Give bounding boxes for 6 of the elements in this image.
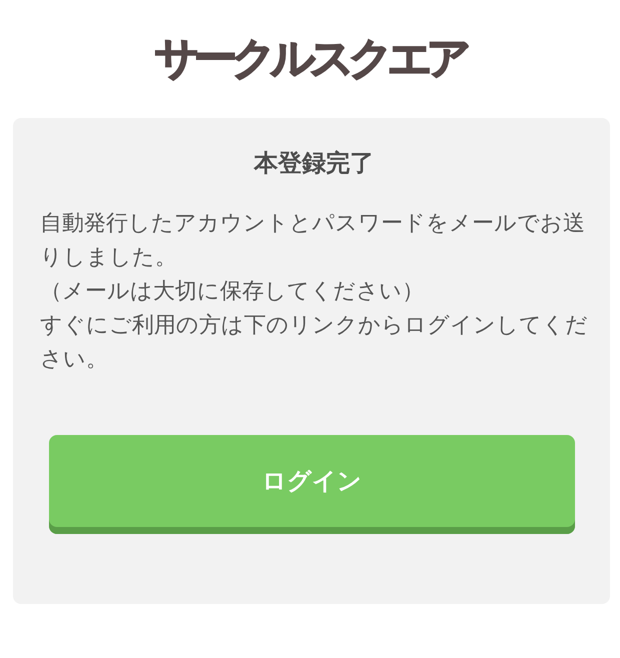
- message-text: （メールは大切に保存してください）: [40, 278, 425, 306]
- login-button[interactable]: ログイン: [49, 435, 575, 534]
- message-text: すぐにご利用の方は下のリンクからログインしてください。: [40, 312, 588, 374]
- logo-text: サークルスクエア: [154, 32, 466, 86]
- card-title: 本登録完了: [254, 148, 374, 179]
- message-text: 自動発行したアカウントとパスワードをメールでお送りしました。: [40, 210, 586, 272]
